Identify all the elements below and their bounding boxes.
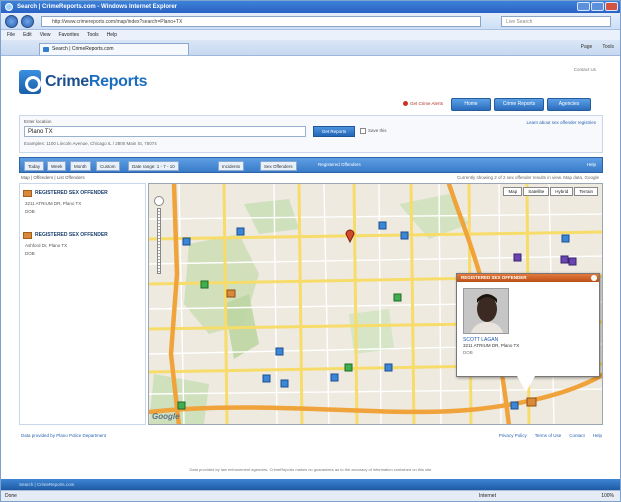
title-bar: Search | CrimeReports.com - Windows Inte… (1, 1, 620, 13)
results-count: Currently showing 2 of 2 sex offender re… (457, 175, 599, 180)
ie-icon (5, 3, 13, 11)
agencies-button[interactable]: Agencies (547, 98, 591, 111)
crime-reports-button[interactable]: Crime Reports (494, 98, 544, 111)
browser-search-input[interactable]: Live Search (501, 16, 611, 27)
incidents-dropdown[interactable]: Incidents (218, 161, 245, 171)
search-examples: Examples: 1100 Lincoln Avenue, Chicago I… (24, 141, 157, 146)
minimize-button[interactable] (577, 2, 590, 11)
address-bar[interactable]: http://www.crimereports.com/map/index?se… (41, 16, 481, 27)
close-icon[interactable] (591, 275, 597, 281)
popup-header: REGISTERED SEX OFFENDER (457, 274, 599, 282)
list-item-title: REGISTERED SEX OFFENDER (35, 190, 108, 196)
registry-link[interactable]: Learn about sex offender registries (527, 120, 596, 125)
home-button[interactable]: Home (451, 98, 491, 111)
maximize-button[interactable] (591, 2, 604, 11)
filter-today[interactable]: Today (24, 161, 45, 171)
security-zone: Internet (479, 493, 496, 499)
browser-tab[interactable]: Search | CrimeReports.com (39, 43, 189, 55)
save-checkbox[interactable]: Save this (360, 128, 387, 134)
map-type-hybrid[interactable]: Hybrid (550, 187, 574, 196)
logo-text: CrimeReports (45, 73, 148, 90)
offender-detail: DOB (463, 350, 473, 355)
help-link[interactable]: Help (587, 162, 596, 167)
map-type-satellite[interactable]: Satellite (523, 187, 550, 196)
list-item[interactable]: REGISTERED SEX OFFENDER 3211 ATRIUM DR, … (23, 190, 143, 224)
logo-icon (19, 70, 41, 94)
privacy-link[interactable]: Privacy Policy (499, 433, 527, 438)
crimereports-logo[interactable]: CrimeReports (19, 67, 148, 97)
close-button[interactable] (605, 2, 618, 11)
offender-address: 3211 ATRIUM DR, Plano TX (463, 343, 520, 348)
list-item-address: 3211 ATRIUM DR, Plano TX (25, 201, 82, 206)
window-controls (577, 2, 618, 11)
tab-row: Search | CrimeReports.com Page Tools (1, 40, 620, 56)
page-menu[interactable]: Page (581, 44, 593, 50)
list-item-address: Ashford Dr, Plano TX (25, 243, 68, 248)
list-item-title: REGISTERED SEX OFFENDER (35, 232, 108, 238)
location-input[interactable]: Plano TX (24, 126, 306, 137)
status-bar: Done Internet 100% (1, 490, 620, 501)
map-type-terrain[interactable]: Terrain (574, 187, 598, 196)
footer-links: Privacy Policy Terms of Use Contact Help (499, 433, 602, 438)
date-range-select[interactable]: Date range: 1 - 7 - 10 (128, 161, 179, 171)
page-content: CrimeReports Contact Us Get Crime Alerts… (1, 57, 620, 481)
footer-source[interactable]: Data provided by Plano Police Department (21, 433, 106, 438)
forward-icon[interactable] (21, 15, 34, 28)
terms-link[interactable]: Terms of Use (535, 433, 562, 438)
search-label: Enter location (24, 119, 52, 124)
contact-footer-link[interactable]: Contact (569, 433, 585, 438)
zoom-level[interactable]: 100% (601, 491, 614, 501)
map-type-control: Map Satellite Hybrid Terrain (503, 187, 598, 196)
popup-pointer (517, 376, 535, 392)
filter-week[interactable]: Week (47, 161, 67, 171)
get-reports-button[interactable]: Get Reports (313, 126, 355, 137)
offender-list: REGISTERED SEX OFFENDER 3211 ATRIUM DR, … (19, 183, 146, 425)
back-icon[interactable] (5, 15, 18, 28)
crime-alerts-link[interactable]: Get Crime Alerts (403, 101, 443, 106)
status-text: Done (5, 493, 17, 499)
browser-window: Search | CrimeReports.com - Windows Inte… (0, 0, 621, 502)
offender-popup: REGISTERED SEX OFFENDER SCOTT LAGAN 3211… (456, 273, 600, 377)
menu-favorites[interactable]: Favorites (58, 30, 79, 40)
view-links[interactable]: Map | Offenders | List Offenders (21, 175, 85, 180)
registered-offenders-note: Registered Offenders (318, 162, 361, 167)
filter-month[interactable]: Month (70, 161, 91, 171)
menu-view[interactable]: View (40, 30, 51, 40)
list-item-detail: DOB (25, 251, 35, 256)
sex-offenders-dropdown[interactable]: Sex Offenders (260, 161, 297, 171)
menu-tools[interactable]: Tools (87, 30, 99, 40)
crime-map[interactable]: Map Satellite Hybrid Terrain Google REGI… (148, 183, 603, 425)
zoom-slider[interactable] (157, 208, 161, 274)
menu-bar: File Edit View Favorites Tools Help (1, 30, 620, 40)
address-row: http://www.crimereports.com/map/index?se… (1, 13, 620, 30)
search-panel: Enter location Plano TX Get Reports Save… (19, 115, 603, 153)
filter-bar: Today Week Month Custom Date range: 1 - … (19, 157, 603, 173)
zoom-control[interactable] (154, 196, 164, 278)
pan-icon[interactable] (154, 196, 164, 206)
offender-icon (23, 190, 32, 197)
offender-icon (23, 232, 32, 239)
menu-help[interactable]: Help (107, 30, 117, 40)
page-footer-bar: Search | CrimeReports.com (1, 479, 620, 490)
command-bar: Page Tools (581, 44, 614, 50)
footer-bar-text: Search | CrimeReports.com (19, 482, 75, 487)
list-item-detail: DOB (25, 209, 35, 214)
help-footer-link[interactable]: Help (593, 433, 602, 438)
contact-link[interactable]: Contact Us (574, 67, 596, 72)
window-title: Search | CrimeReports.com - Windows Inte… (17, 4, 177, 10)
disclaimer: Data provided by law enforcement agencie… (189, 467, 433, 472)
tools-menu[interactable]: Tools (602, 44, 614, 50)
filter-custom[interactable]: Custom (96, 161, 120, 171)
google-logo: Google (152, 412, 180, 421)
list-item[interactable]: REGISTERED SEX OFFENDER Ashford Dr, Plan… (23, 232, 143, 266)
menu-edit[interactable]: Edit (23, 30, 32, 40)
menu-file[interactable]: File (7, 30, 15, 40)
offender-photo (463, 288, 509, 334)
map-type-map[interactable]: Map (503, 187, 523, 196)
results-subbar: Map | Offenders | List Offenders Current… (19, 174, 603, 182)
